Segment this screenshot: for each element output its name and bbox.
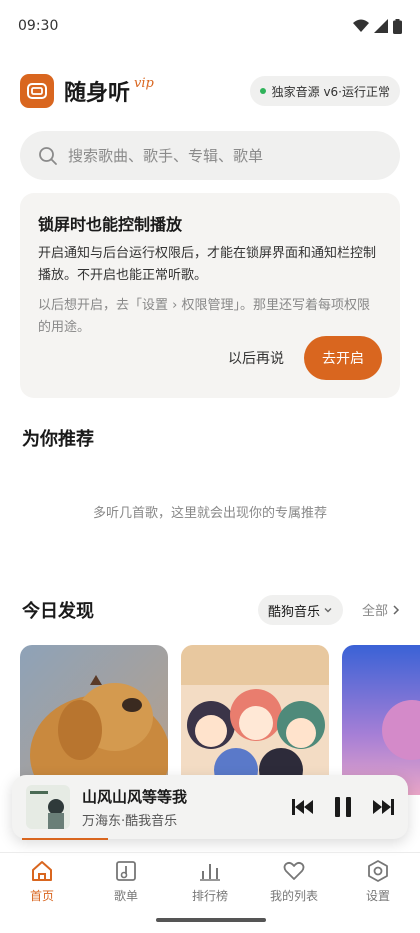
music-source-select[interactable]: 酷狗音乐 (258, 595, 344, 625)
playlist-icon (116, 861, 136, 881)
tab-playlists[interactable]: 歌单 (88, 859, 164, 904)
song-title: 山风山风等等我 (82, 787, 188, 806)
tab-settings-label: 设置 (365, 889, 390, 903)
heart-icon (283, 861, 305, 880)
battery-icon (393, 18, 402, 34)
chevron-down-icon (324, 608, 332, 613)
tab-charts-label: 排行榜 (191, 889, 228, 903)
dog-cover-image (20, 645, 168, 795)
pause-icon[interactable] (332, 796, 354, 818)
permission-card: 锁屏时也能控制播放 开启通知与后台运行权限后，才能在锁屏界面和通知栏控制播放。不… (20, 193, 400, 398)
enable-button[interactable]: 去开启 (304, 336, 382, 380)
playlist-cover-anime[interactable] (181, 645, 329, 795)
tab-home-label: 首页 (29, 889, 54, 903)
album-art-image (26, 785, 70, 829)
card-body: 开启通知与后台运行权限后，才能在锁屏界面和通知栏控制播放。不开启也能正常听歌。 (38, 246, 377, 283)
recommend-title: 为你推荐 (22, 429, 94, 450)
music-source-label: 酷狗音乐 (268, 604, 321, 620)
status-icons (353, 18, 402, 34)
vip-badge: vip (134, 76, 154, 91)
status-time: 09:30 (18, 18, 59, 34)
tab-my-lists-label: 我的列表 (269, 889, 318, 903)
recommend-empty-hint: 多听几首歌，这里就会出现你的专属推荐 (92, 506, 327, 521)
tab-playlists-label: 歌单 (113, 889, 138, 903)
home-icon (32, 861, 52, 881)
see-all-link[interactable]: 全部 (362, 600, 400, 619)
tab-settings[interactable]: 设置 (340, 859, 416, 904)
card-title: 锁屏时也能控制播放 (38, 215, 183, 234)
playlist-cover-sunset[interactable] (342, 645, 420, 795)
search-icon (39, 146, 57, 165)
next-track-icon[interactable] (372, 798, 394, 816)
bottom-tab-bar: 首页 歌单 排行榜 我的列表 设置 (0, 852, 420, 912)
chart-icon (200, 864, 220, 881)
radio-icon (27, 83, 47, 99)
previous-track-icon[interactable] (292, 798, 314, 816)
status-dot-icon (259, 88, 266, 94)
anime-cover-image (181, 645, 329, 795)
search-bar[interactable]: 搜索歌曲、歌手、专辑、歌单 (20, 131, 400, 180)
chevron-right-icon (393, 605, 400, 615)
source-status-chip[interactable]: 独家音源 v6·运行正常 (249, 76, 400, 106)
app-header: 随身听 vip 独家音源 v6·运行正常 (20, 72, 400, 110)
song-artist-source: 万海东·酷我音乐 (82, 813, 178, 829)
app-logo (20, 74, 54, 108)
tab-charts[interactable]: 排行榜 (172, 859, 248, 904)
home-indicator[interactable] (156, 918, 266, 922)
discover-carousel[interactable] (20, 645, 420, 795)
song-info: 山风山风等等我 万海东·酷我音乐 (82, 786, 187, 829)
card-note: 以后想开启，去「设置 › 权限管理」。那里还写着每项权限的用途。 (38, 298, 370, 335)
now-playing-cover[interactable] (26, 785, 70, 829)
status-bar: 09:30 (0, 0, 420, 52)
search-input[interactable]: 搜索歌曲、歌手、专辑、歌单 (68, 145, 263, 166)
source-status-text: 独家音源 v6·运行正常 (271, 84, 390, 99)
see-all-label: 全部 (362, 604, 389, 619)
card-actions: 以后再说 去开启 (228, 336, 382, 380)
signal-icon (374, 19, 388, 33)
settings-icon (368, 860, 388, 882)
wifi-icon (353, 19, 369, 32)
player-controls (292, 796, 394, 818)
playlist-cover-dog[interactable] (20, 645, 168, 795)
later-button[interactable]: 以后再说 (228, 348, 284, 368)
discover-title: 今日发现 (22, 601, 94, 622)
app-title: 随身听 (64, 81, 131, 106)
sunset-cover-image (342, 645, 420, 795)
tab-my-lists[interactable]: 我的列表 (256, 859, 332, 904)
mini-player[interactable]: 山风山风等等我 万海东·酷我音乐 (12, 775, 408, 839)
tab-home[interactable]: 首页 (4, 859, 80, 904)
playback-progress-bar (22, 838, 108, 840)
